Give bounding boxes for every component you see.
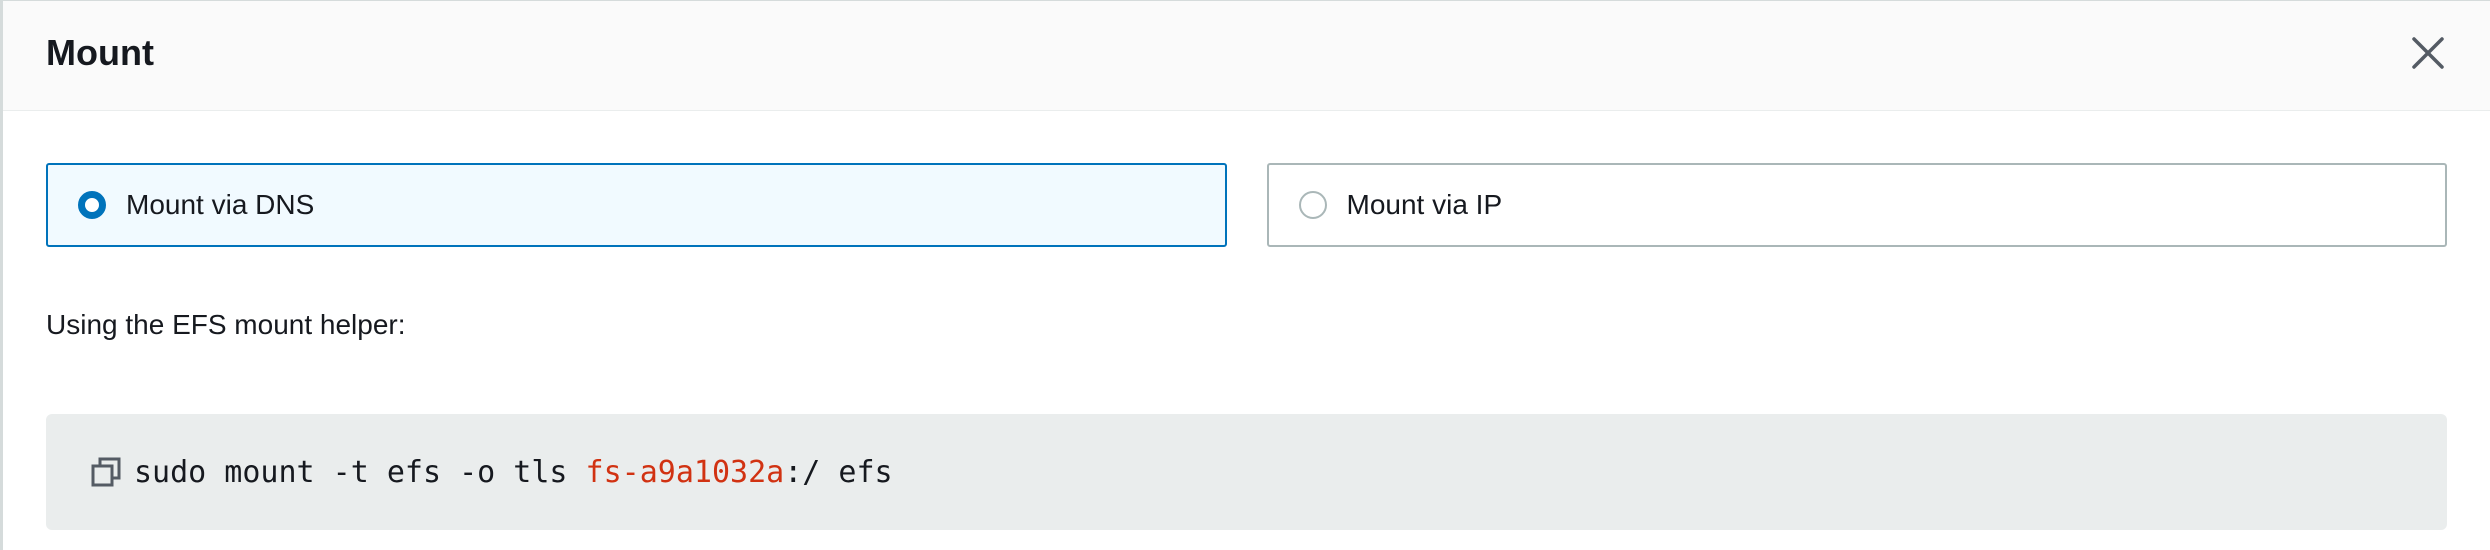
mount-command: sudo mount -t efs -o tls fs-a9a1032a:/ e… bbox=[134, 455, 893, 490]
modal-header: Mount bbox=[3, 1, 2490, 111]
modal-title: Mount bbox=[46, 32, 154, 73]
radio-button-unchecked[interactable] bbox=[1298, 191, 1327, 219]
radio-button-checked[interactable] bbox=[78, 191, 106, 219]
copy-icon bbox=[91, 457, 121, 487]
command-prefix: sudo mount -t efs -o tls bbox=[134, 454, 586, 490]
command-suffix: :/ efs bbox=[784, 454, 893, 490]
mount-helper-description: Using the EFS mount helper: bbox=[46, 309, 406, 340]
copy-button[interactable] bbox=[90, 456, 122, 488]
mount-modal: Mount Mount via DNS Mount via IP Using t… bbox=[0, 0, 2490, 550]
mount-via-ip-label: Mount via IP bbox=[1346, 189, 1503, 220]
mount-via-ip-option[interactable]: Mount via IP bbox=[1266, 163, 2447, 247]
close-icon bbox=[2412, 37, 2444, 69]
mount-via-dns-label: Mount via DNS bbox=[126, 189, 315, 220]
mount-command-box: sudo mount -t efs -o tls fs-a9a1032a:/ e… bbox=[46, 414, 2447, 530]
mount-method-radio-group: Mount via DNS Mount via IP bbox=[46, 163, 2447, 247]
filesystem-id: fs-a9a1032a bbox=[585, 454, 785, 490]
close-button[interactable] bbox=[2406, 31, 2450, 75]
mount-via-dns-option[interactable]: Mount via DNS bbox=[46, 163, 1227, 247]
